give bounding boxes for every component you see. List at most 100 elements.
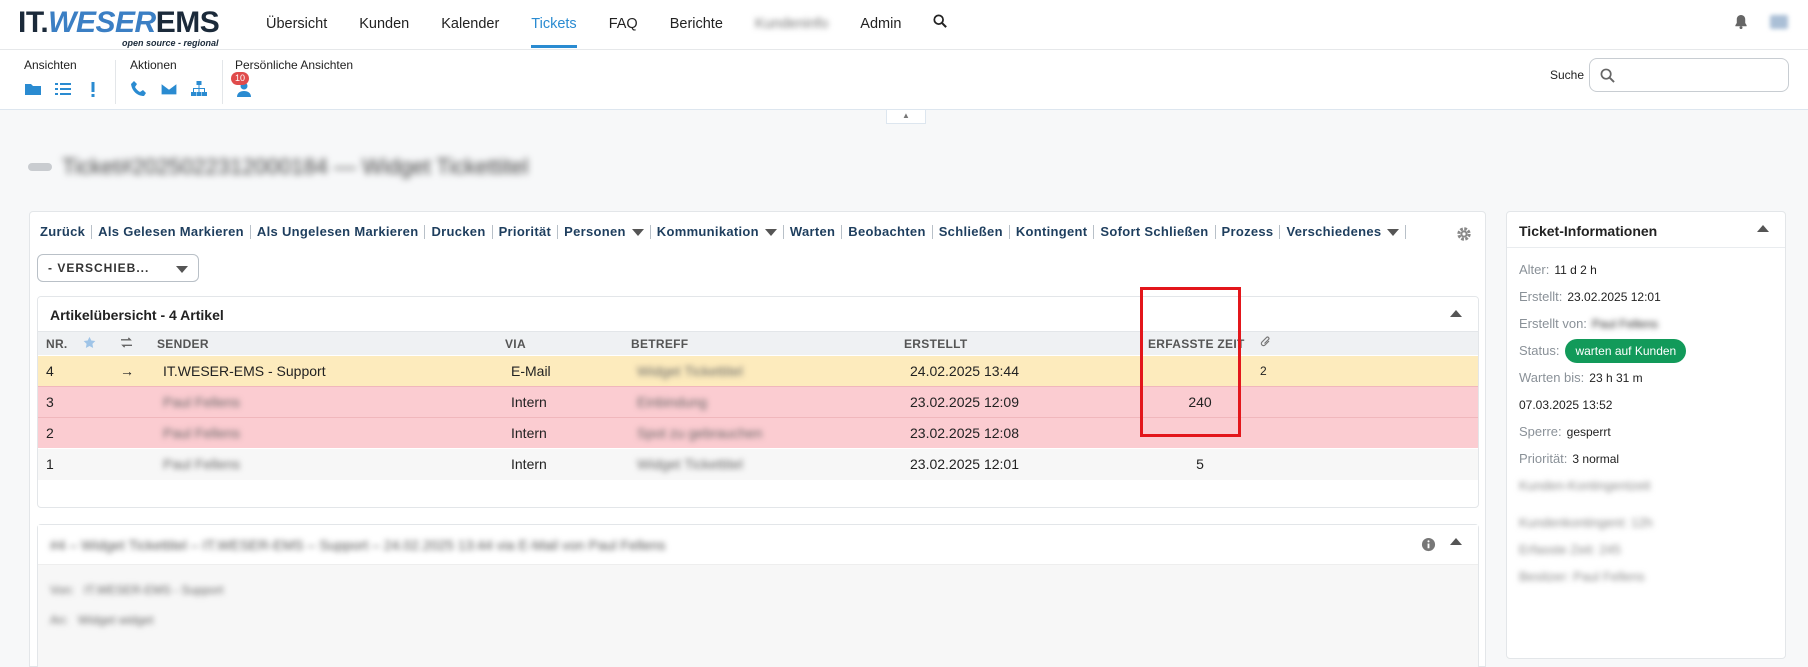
- sitemap-icon[interactable]: [190, 80, 208, 98]
- col-via[interactable]: VIA: [497, 331, 623, 356]
- col-star[interactable]: [75, 331, 112, 356]
- col-sender[interactable]: SENDER: [149, 331, 497, 356]
- info-pending-date-value: 07.03.2025 13:52: [1519, 397, 1613, 412]
- article-nr: 3: [38, 386, 75, 418]
- info-age-value: 11 d 2 h: [1554, 262, 1597, 277]
- user-avatar[interactable]: [1770, 14, 1788, 29]
- brand-logo[interactable]: IT.WESEREMS open source - regional: [18, 6, 220, 49]
- action-close-instantly[interactable]: Sofort Schließen: [1094, 225, 1216, 239]
- logo-weser: WESER: [48, 6, 156, 39]
- action-label: Prozess: [1221, 224, 1274, 239]
- nav-faq[interactable]: FAQ: [593, 0, 654, 50]
- nav-calendar[interactable]: Kalender: [425, 0, 515, 50]
- article-sender-cell: Paul Fellens: [149, 448, 497, 480]
- article-nr: 1: [38, 448, 75, 480]
- col-nr[interactable]: NR.: [38, 331, 75, 356]
- nav-admin[interactable]: Admin: [844, 0, 917, 50]
- direction-arrow-icon: [112, 386, 149, 418]
- nav-blurred[interactable]: Kundeninfo: [739, 0, 844, 50]
- nav-right: [1734, 14, 1788, 29]
- toolbar-actions-label: Aktionen: [130, 58, 177, 72]
- gear-icon[interactable]: [1456, 226, 1472, 242]
- article-from: Von: IT.WESER-EMS - Support: [50, 583, 223, 597]
- info-icon[interactable]: [1421, 537, 1436, 552]
- action-label: Warten: [789, 224, 836, 239]
- envelope-icon[interactable]: [160, 80, 178, 98]
- article-row[interactable]: 1 Paul Fellens Intern Widget Tickettitel…: [38, 448, 1478, 480]
- chevron-down-icon: [764, 228, 777, 236]
- col-time-units[interactable]: ERFASSTE ZEIT: [1140, 331, 1252, 356]
- article-row[interactable]: 3 Paul Fellens Intern Einbindung 23.02.2…: [38, 386, 1478, 418]
- info-extra-3: Erfasste Zeit: 245: [1519, 542, 1621, 557]
- col-created[interactable]: ERSTELLT: [896, 331, 1140, 356]
- action-mark-read[interactable]: Als Gelesen Markieren: [92, 225, 251, 239]
- info-lock-label: Sperre:: [1519, 424, 1562, 439]
- article-channel: Intern: [497, 417, 623, 449]
- action-priority[interactable]: Priorität: [493, 225, 559, 239]
- article-detail-header[interactable]: #4 – Widget Tickettitel – IT.WESER-EMS –…: [38, 525, 1478, 565]
- article-row[interactable]: 4 → IT.WESER-EMS - Support E-Mail Widget…: [38, 355, 1478, 387]
- col-subject[interactable]: BETREFF: [623, 331, 896, 356]
- col-direction[interactable]: [112, 331, 149, 356]
- article-detail: #4 – Widget Tickettitel – IT.WESER-EMS –…: [37, 524, 1479, 667]
- action-people[interactable]: Personen: [558, 225, 651, 239]
- article-time-units: [1140, 355, 1252, 387]
- collapse-icon[interactable]: [1757, 225, 1769, 232]
- collapse-icon[interactable]: [1450, 310, 1462, 317]
- toolbar-collapse-toggle[interactable]: ▲: [886, 110, 926, 124]
- folder-icon[interactable]: [24, 80, 42, 98]
- info-status-label: Status:: [1519, 343, 1560, 358]
- action-process[interactable]: Prozess: [1216, 225, 1281, 239]
- article-time-units: 240: [1140, 386, 1252, 418]
- ticket-action-menu: Zurück Als Gelesen Markieren Als Ungeles…: [40, 224, 1407, 239]
- info-extra-4: Besitzer: Paul Fellens: [1519, 569, 1645, 584]
- action-contingent[interactable]: Kontingent: [1010, 225, 1095, 239]
- phone-icon[interactable]: [130, 80, 148, 98]
- toolbar: Ansichten Aktionen Persönliche Ansichten…: [0, 50, 1808, 110]
- action-communication[interactable]: Kommunikation: [651, 225, 784, 239]
- action-close[interactable]: Schließen: [933, 225, 1010, 239]
- chevron-down-icon: [1387, 228, 1400, 236]
- action-label: Schließen: [938, 224, 1003, 239]
- exclamation-icon[interactable]: [84, 80, 102, 98]
- action-pending[interactable]: Warten: [784, 224, 843, 239]
- ticket-info-title: Ticket-Informationen: [1519, 223, 1658, 239]
- col-attachments[interactable]: [1252, 331, 1478, 356]
- info-lock-value: gesperrt: [1566, 424, 1611, 439]
- nav-reports[interactable]: Berichte: [654, 0, 739, 50]
- article-subject-cell: Widget Tickettitel: [623, 448, 896, 480]
- article-overview-header[interactable]: Artikelübersicht - 4 Artikel: [38, 297, 1478, 331]
- article-subject: Spot zu gebrauchen: [637, 425, 763, 441]
- search-field[interactable]: [1589, 58, 1789, 92]
- info-lock: Sperre: gesperrt: [1519, 418, 1773, 445]
- nav-search-button[interactable]: [917, 0, 963, 50]
- action-watch[interactable]: Beobachten: [842, 225, 933, 239]
- action-label: Als Gelesen Markieren: [98, 224, 244, 239]
- list-icon[interactable]: [54, 80, 72, 98]
- action-misc[interactable]: Verschiedenes: [1280, 225, 1407, 239]
- action-label: Als Ungelesen Markieren: [256, 224, 419, 239]
- ticket-info-header[interactable]: Ticket-Informationen: [1507, 212, 1785, 248]
- star-icon: [83, 336, 96, 348]
- article-attachments: [1252, 417, 1478, 449]
- article-to-value: Widget widget: [78, 613, 154, 627]
- collapse-icon[interactable]: [1450, 538, 1462, 545]
- article-row[interactable]: 2 Paul Fellens Intern Spot zu gebrauchen…: [38, 417, 1478, 449]
- nav-customers[interactable]: Kunden: [343, 0, 425, 50]
- queue-move-select[interactable]: - VERSCHIEB...: [37, 254, 199, 282]
- article-sender-cell: Paul Fellens: [149, 386, 497, 418]
- info-created-label: Erstellt:: [1519, 289, 1563, 304]
- search-input[interactable]: [1620, 59, 1780, 89]
- nav-overview[interactable]: Übersicht: [250, 0, 343, 50]
- toolbar-views: Ansichten: [24, 58, 102, 98]
- nav-tickets[interactable]: Tickets: [515, 0, 592, 50]
- action-mark-unread[interactable]: Als Ungelesen Markieren: [251, 225, 426, 239]
- chevron-down-icon: [176, 266, 188, 273]
- action-back[interactable]: Zurück: [40, 225, 93, 239]
- info-created-value: 23.02.2025 12:01: [1567, 289, 1661, 304]
- info-pending-date: 07.03.2025 13:52: [1519, 391, 1773, 418]
- bell-icon[interactable]: [1734, 14, 1748, 29]
- action-print[interactable]: Drucken: [425, 225, 493, 239]
- article-attachments: [1252, 386, 1478, 418]
- article-subject: Widget Tickettitel: [637, 456, 743, 473]
